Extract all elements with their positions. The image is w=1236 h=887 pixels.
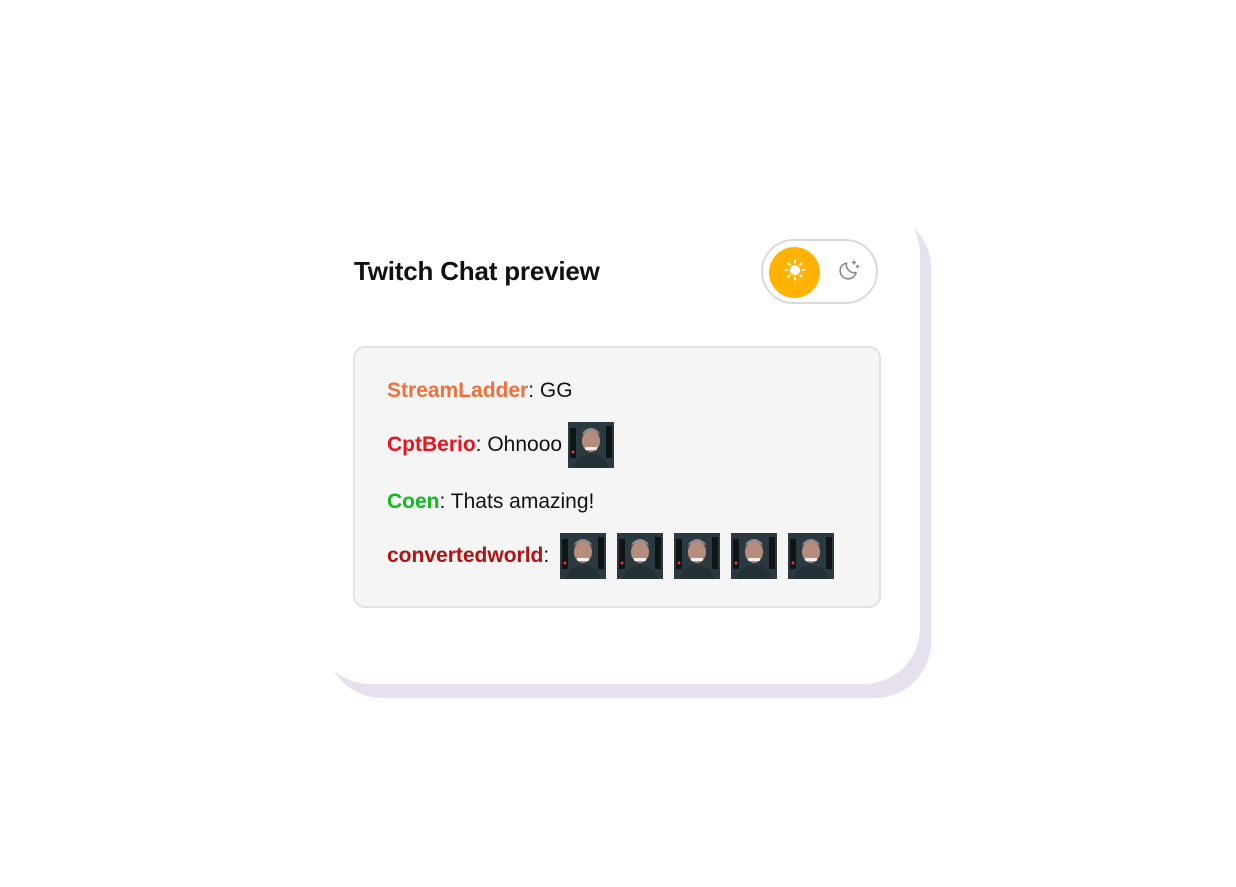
- chat-separator: :: [543, 544, 550, 567]
- emote-image: [788, 533, 835, 579]
- chat-username: CptBerio: [387, 433, 476, 456]
- chat-username: Coen: [387, 490, 440, 513]
- chat-preview-box: StreamLadder: GG CptBerio: Ohnooo Coen:…: [353, 346, 881, 608]
- panel-title: Twitch Chat preview: [354, 256, 600, 286]
- chat-text: Thats amazing!: [445, 490, 595, 513]
- emote-image: [674, 533, 721, 579]
- chat-message: Coen: Thats amazing!: [387, 479, 594, 525]
- emote-image: [617, 533, 664, 579]
- chat-preview-card: Twitch Chat preview StreamLadder: GG Cp…: [314, 198, 920, 684]
- dark-mode-button[interactable]: [823, 247, 874, 298]
- emote-image: [568, 422, 615, 468]
- chat-message: StreamLadder: GG: [387, 368, 573, 414]
- moon-icon: [837, 258, 861, 287]
- chat-message: CptBerio: Ohnooo: [387, 422, 615, 468]
- theme-toggle[interactable]: [761, 239, 878, 304]
- sun-icon: [783, 259, 806, 286]
- page: Twitch Chat preview StreamLadder: GG Cp…: [0, 0, 1236, 887]
- light-mode-button[interactable]: [769, 247, 820, 298]
- emote-image: [560, 533, 607, 579]
- chat-username: StreamLadder: [387, 379, 529, 402]
- chat-username: convertedworld: [387, 544, 544, 567]
- chat-message: convertedworld:: [387, 533, 835, 579]
- chat-text: GG: [534, 379, 573, 402]
- chat-text: Ohnooo: [481, 433, 563, 456]
- emote-image: [731, 533, 778, 579]
